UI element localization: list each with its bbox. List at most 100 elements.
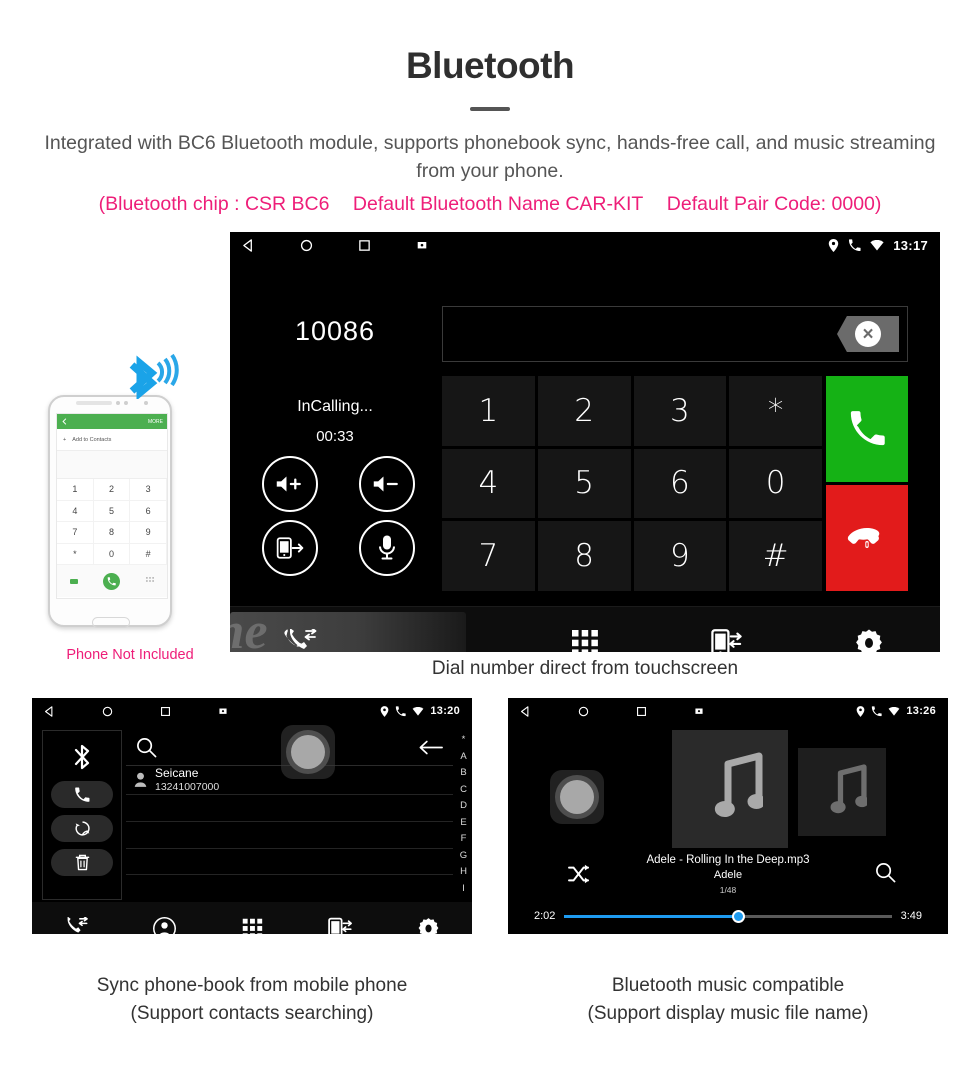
backspace-button[interactable]: × xyxy=(837,316,899,352)
keypad-key[interactable]: 4 xyxy=(442,448,535,519)
keypad-key[interactable]: 0 xyxy=(729,448,822,519)
phone-key[interactable]: 9 xyxy=(130,522,167,544)
screenshot-icon[interactable] xyxy=(218,706,276,716)
phone-key[interactable]: 4 xyxy=(57,500,94,522)
index-letter[interactable]: E xyxy=(460,817,466,828)
phone-key[interactable]: 7 xyxy=(57,522,94,544)
keypad-key[interactable]: 5 xyxy=(537,448,631,519)
track-position: 1/48 xyxy=(719,885,737,895)
index-letter[interactable]: B xyxy=(460,767,466,778)
keypad-key[interactable]: 9 xyxy=(633,521,727,591)
sidebar-item-call-history[interactable] xyxy=(32,917,120,934)
phone-number-field[interactable] xyxy=(57,451,167,479)
keypad-key[interactable]: 7 xyxy=(442,521,535,591)
spec-bluetooth-name: Default Bluetooth Name CAR-KIT xyxy=(352,193,644,216)
transfer-to-phone-button[interactable] xyxy=(261,520,318,576)
nav-home-icon[interactable] xyxy=(578,706,636,717)
phone-key[interactable]: 2 xyxy=(93,479,131,501)
search-icon[interactable] xyxy=(136,737,157,758)
nav-recents-icon[interactable] xyxy=(160,706,218,717)
nav-home-icon[interactable] xyxy=(102,706,160,717)
sidebar-item-phone-sync[interactable] xyxy=(656,628,798,652)
search-button[interactable] xyxy=(875,862,896,883)
number-input-field[interactable]: × xyxy=(442,306,908,362)
sidebar-item-phone-sync[interactable] xyxy=(296,917,384,934)
progress-slider[interactable] xyxy=(564,909,892,923)
call-action-buttons xyxy=(826,376,908,591)
contact-list-item[interactable] xyxy=(126,822,453,849)
end-call-button[interactable] xyxy=(826,485,908,591)
sidebar-item-contacts[interactable] xyxy=(120,916,208,934)
phone-add-contact-row[interactable]: + Add to Contacts xyxy=(57,429,167,451)
contact-list-item[interactable] xyxy=(126,875,453,902)
keypad-key[interactable]: * xyxy=(729,376,822,446)
phonebook-sync-button[interactable] xyxy=(51,815,113,842)
phone-key[interactable]: # xyxy=(130,543,167,565)
sidebar-item-keypad[interactable] xyxy=(514,629,656,652)
keypad-key[interactable]: 6 xyxy=(633,448,727,519)
nav-recents-icon[interactable] xyxy=(358,239,416,252)
nav-back-icon[interactable] xyxy=(242,238,300,252)
nav-home-icon[interactable] xyxy=(300,239,358,252)
bluetooth-icon[interactable] xyxy=(69,737,95,774)
dialer-caption: Dial number direct from touchscreen xyxy=(431,658,739,679)
sidebar-item-settings[interactable] xyxy=(384,917,472,934)
phone-key[interactable]: 3 xyxy=(130,479,167,501)
keypad-key[interactable]: 1 xyxy=(442,376,535,446)
index-letter[interactable]: H xyxy=(460,866,467,877)
dialer-keypad[interactable]: 1 2 3 * 4 5 6 0 7 8 9 # xyxy=(442,376,822,591)
location-icon xyxy=(856,705,865,717)
nav-back-icon[interactable] xyxy=(520,705,578,717)
contact-list-item[interactable] xyxy=(126,795,453,822)
music-caption-line2: (Support display music file name) xyxy=(587,1002,869,1024)
keypad-key[interactable]: 3 xyxy=(633,376,727,446)
index-letter[interactable]: A xyxy=(460,751,466,762)
nav-back-icon[interactable] xyxy=(44,705,102,717)
phonebook-delete-button[interactable] xyxy=(51,849,113,876)
statusbar-clock: 13:17 xyxy=(893,237,928,253)
screenshot-icon[interactable] xyxy=(416,239,474,251)
phone-keypad[interactable]: 1 2 3 4 5 6 7 8 9 * 0 # xyxy=(57,479,167,565)
sidebar-item-call-history[interactable] xyxy=(230,628,372,653)
index-letter[interactable]: C xyxy=(460,784,467,795)
keypad-key[interactable]: 8 xyxy=(537,521,631,591)
answer-call-button[interactable] xyxy=(826,376,908,482)
screenshot-icon[interactable] xyxy=(694,706,752,716)
phonebook-call-button[interactable] xyxy=(51,781,113,808)
contact-list-item[interactable] xyxy=(126,849,453,876)
phone-key[interactable]: 8 xyxy=(93,522,131,544)
album-art-next[interactable] xyxy=(798,748,886,836)
nav-recents-icon[interactable] xyxy=(636,706,694,717)
sidebar-item-keypad[interactable] xyxy=(208,918,296,934)
mute-microphone-button[interactable] xyxy=(358,520,415,576)
index-letter[interactable]: I xyxy=(462,883,465,894)
phone-key[interactable]: 1 xyxy=(57,479,94,501)
sidebar-item-settings[interactable] xyxy=(798,628,940,652)
alphabet-index[interactable]: * A B C D E F G H I xyxy=(455,730,472,902)
index-letter[interactable]: G xyxy=(460,850,467,861)
volume-up-button[interactable] xyxy=(261,456,318,512)
back-arrow-icon[interactable] xyxy=(419,740,443,755)
phone-call-button[interactable] xyxy=(103,572,121,590)
index-letter[interactable]: F xyxy=(461,833,467,844)
keypad-key[interactable]: # xyxy=(729,521,822,591)
call-state-label: InCalling... xyxy=(297,398,373,415)
volume-knob[interactable] xyxy=(550,770,604,824)
phone-key[interactable]: 0 xyxy=(93,543,131,565)
volume-down-button[interactable] xyxy=(358,456,415,512)
volume-knob[interactable] xyxy=(281,725,335,779)
phonebook-caption-line1: Sync phone-book from mobile phone xyxy=(96,975,408,996)
duration-time: 3:49 xyxy=(900,910,922,922)
album-art-current[interactable] xyxy=(672,730,788,848)
index-letter[interactable]: * xyxy=(462,734,466,745)
progress-handle[interactable] xyxy=(731,909,745,923)
phone-key[interactable]: 6 xyxy=(130,500,167,522)
keypad-key[interactable]: 2 xyxy=(537,376,631,446)
phone-key[interactable]: 5 xyxy=(93,500,131,522)
videocall-icon[interactable] xyxy=(69,578,78,584)
index-letter[interactable]: D xyxy=(460,800,467,811)
keypad-toggle-icon[interactable] xyxy=(146,577,155,585)
phone-add-contact-label: Add to Contacts xyxy=(72,436,112,443)
phone-key[interactable]: * xyxy=(57,543,94,565)
wifi-icon xyxy=(870,239,884,251)
